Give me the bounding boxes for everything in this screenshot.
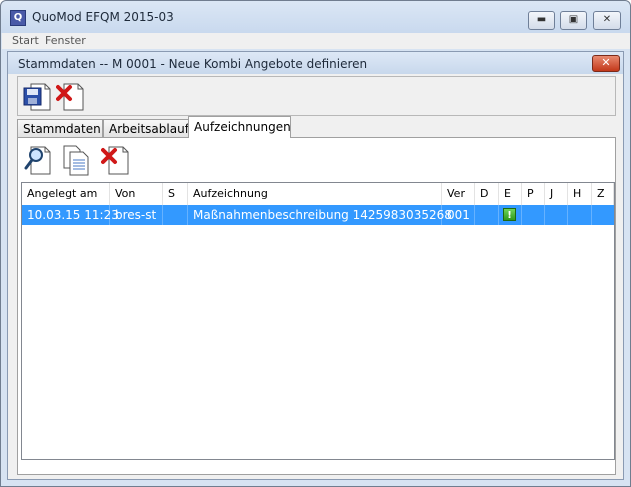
magnifier-document-icon	[24, 146, 51, 175]
copy-documents-icon	[63, 145, 89, 176]
cell-p	[522, 205, 545, 225]
delete-button[interactable]	[56, 80, 84, 112]
menu-start[interactable]: Start	[12, 34, 39, 47]
cell-angelegt-am: 10.03.15 11:23	[22, 205, 119, 225]
title-bar[interactable]: Q QuoMod EFQM 2015-03 ▬ ▣ ✕	[1, 1, 630, 33]
delete-record-button[interactable]	[101, 144, 129, 176]
tab-arbeitsablauf[interactable]: Arbeitsablauf	[103, 119, 189, 137]
column-header[interactable]: Aufzeichnung	[188, 183, 442, 205]
save-button[interactable]	[23, 80, 51, 112]
record-toolbar	[17, 76, 616, 116]
inner-title-bar[interactable]: Stammdaten -- M 0001 - Neue Kombi Angebo…	[8, 52, 623, 74]
cell-s	[163, 205, 188, 225]
records-toolbar	[18, 138, 615, 182]
column-header[interactable]: S	[163, 183, 188, 205]
delete-document-icon	[56, 83, 84, 111]
column-header[interactable]: E	[499, 183, 522, 205]
table-row[interactable]: 10.03.15 11:23 bres-st Maßnahmenbeschrei…	[22, 205, 614, 225]
delete-document-icon	[101, 146, 129, 175]
cell-e: !	[499, 205, 522, 225]
cell-d	[475, 205, 499, 225]
exclamation-icon: !	[503, 208, 516, 221]
maximize-button[interactable]: ▣	[560, 11, 587, 30]
column-header[interactable]: J	[545, 183, 568, 205]
cell-j	[545, 205, 568, 225]
close-button[interactable]: ✕	[593, 11, 621, 30]
menu-fenster[interactable]: Fenster	[45, 34, 86, 47]
cell-von: bres-st	[110, 205, 163, 225]
main-window: Q QuoMod EFQM 2015-03 ▬ ▣ ✕ Start Fenste…	[0, 0, 631, 487]
inner-window-title: Stammdaten -- M 0001 - Neue Kombi Angebo…	[18, 57, 368, 71]
view-button[interactable]	[23, 144, 51, 176]
column-header[interactable]: D	[475, 183, 499, 205]
column-header[interactable]: Von	[110, 183, 163, 205]
column-header[interactable]: Ver	[442, 183, 475, 205]
cell-z	[592, 205, 614, 225]
tab-panel-aufzeichnungen: Angelegt am Von S Aufzeichnung Ver D E P…	[17, 137, 616, 475]
cell-ver: 001	[442, 205, 475, 225]
records-table[interactable]: Angelegt am Von S Aufzeichnung Ver D E P…	[21, 182, 615, 460]
inner-close-button[interactable]: ✕	[592, 55, 620, 72]
app-icon: Q	[10, 10, 26, 26]
column-header[interactable]: P	[522, 183, 545, 205]
inner-window: Stammdaten -- M 0001 - Neue Kombi Angebo…	[7, 51, 624, 480]
floppy-disk-icon	[23, 83, 51, 111]
tab-aufzeichnungen[interactable]: Aufzeichnungen	[188, 116, 291, 138]
app-title: QuoMod EFQM 2015-03	[32, 10, 174, 24]
menu-bar: Start Fenster	[2, 33, 630, 49]
copy-button[interactable]	[62, 144, 90, 176]
column-header[interactable]: Angelegt am	[22, 183, 110, 205]
cell-h	[568, 205, 592, 225]
table-header: Angelegt am Von S Aufzeichnung Ver D E P…	[22, 183, 614, 206]
tab-stammdaten[interactable]: Stammdaten	[17, 119, 103, 137]
column-header[interactable]: Z	[592, 183, 614, 205]
cell-aufzeichnung: Maßnahmenbeschreibung 1425983035268	[188, 205, 452, 225]
minimize-button[interactable]: ▬	[528, 11, 555, 30]
column-header[interactable]: H	[568, 183, 592, 205]
